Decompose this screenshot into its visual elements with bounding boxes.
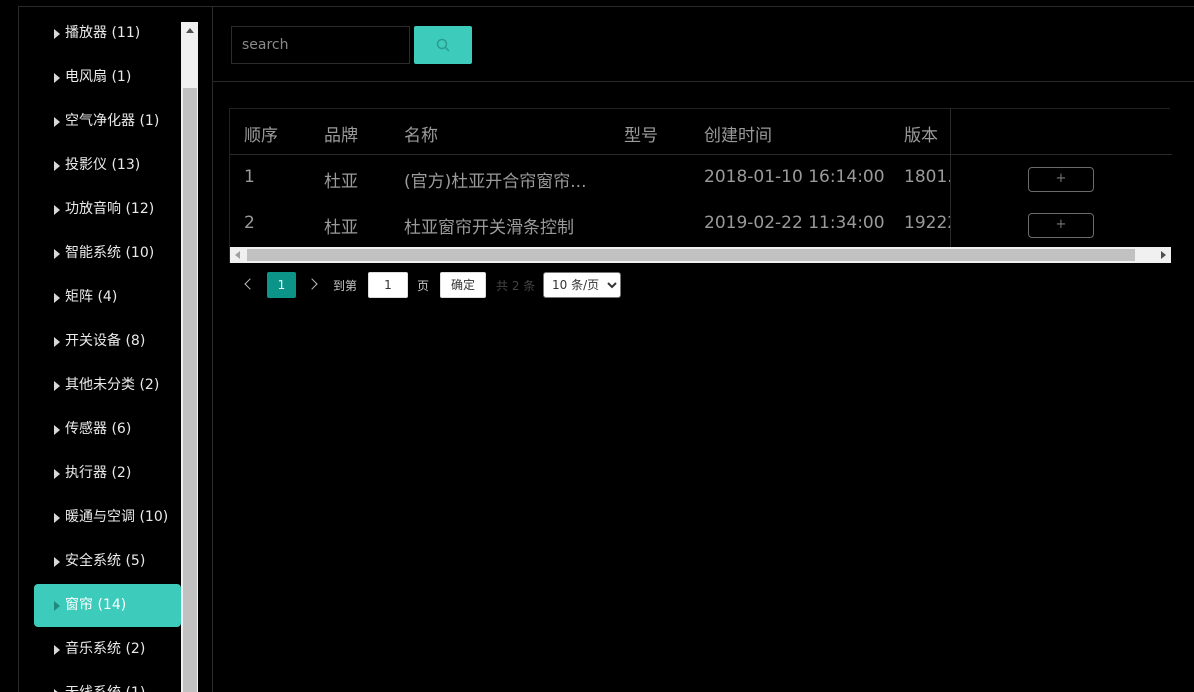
- sidebar-item[interactable]: 智能系统 (10): [34, 232, 181, 275]
- caret-right-icon: [54, 556, 60, 567]
- column-header-name: 名称: [404, 126, 438, 146]
- sidebar-item-label: 功放音响 (12): [65, 201, 155, 217]
- caret-right-icon: [54, 336, 60, 347]
- sidebar-scrollbar[interactable]: [181, 22, 198, 692]
- sidebar-item-label: 电风扇 (1): [65, 69, 132, 85]
- cell-name: (官方)杜亚开合帘窗帘...: [404, 172, 587, 192]
- column-header-model: 型号: [624, 126, 658, 146]
- sidebar-item-label: 安全系统 (5): [65, 553, 146, 569]
- sidebar-item-label: 暖通与空调 (10): [65, 509, 169, 525]
- caret-right-icon: [54, 688, 60, 692]
- page-unit-label: 页: [417, 279, 430, 293]
- sidebar-item[interactable]: 播放器 (11): [34, 12, 181, 55]
- column-header-brand: 品牌: [324, 126, 358, 146]
- sidebar-item-label: 播放器 (11): [65, 25, 141, 41]
- goto-label: 到第: [333, 279, 358, 293]
- search-icon: [436, 38, 450, 52]
- search-divider: [213, 81, 1194, 82]
- caret-right-icon: [54, 248, 60, 259]
- caret-right-icon: [54, 116, 60, 127]
- action-column: + +: [950, 109, 1172, 247]
- sidebar-item[interactable]: 投影仪 (13): [34, 144, 181, 187]
- column-header-version: 版本: [904, 126, 938, 146]
- sidebar-item[interactable]: 矩阵 (4): [34, 276, 181, 319]
- caret-right-icon: [54, 380, 60, 391]
- next-page-icon[interactable]: [306, 276, 322, 294]
- add-button[interactable]: +: [1028, 167, 1094, 192]
- search-input[interactable]: [231, 26, 410, 64]
- action-header-divider: [951, 154, 1172, 155]
- add-button[interactable]: +: [1028, 213, 1094, 238]
- caret-right-icon: [54, 204, 60, 215]
- sidebar-item[interactable]: 窗帘 (14): [34, 584, 181, 627]
- sidebar-item-label: 传感器 (6): [65, 421, 132, 437]
- caret-right-icon: [54, 72, 60, 83]
- total-count: 共 2 条: [496, 279, 536, 293]
- sidebar-item[interactable]: 电风扇 (1): [34, 56, 181, 99]
- scroll-right-icon[interactable]: [1161, 251, 1166, 259]
- sidebar-item-label: 智能系统 (10): [65, 245, 155, 261]
- sidebar-item[interactable]: 执行器 (2): [34, 452, 181, 495]
- sidebar-item-label: 无线系统 (1): [65, 672, 145, 692]
- column-header-created: 创建时间: [704, 126, 772, 146]
- sidebar-item[interactable]: 音乐系统 (2): [34, 628, 181, 671]
- category-sidebar: 播放器 (11) 电风扇 (1) 空气净化器 (1) 投影仪 (13) 功放音响 (12…: [18, 7, 198, 692]
- sidebar-item-label: 窗帘 (14): [65, 597, 127, 613]
- sidebar-item-label: 投影仪 (13): [65, 157, 141, 173]
- caret-right-icon: [54, 600, 60, 611]
- caret-right-icon: [54, 424, 60, 435]
- scroll-up-icon[interactable]: [181, 22, 198, 39]
- cell-order: 2: [244, 213, 255, 233]
- sidebar-item[interactable]: 开关设备 (8): [34, 320, 181, 363]
- caret-right-icon: [54, 292, 60, 303]
- sidebar-item[interactable]: 其他未分类 (2): [34, 364, 181, 407]
- cell-created: 2019-02-22 11:34:00: [704, 213, 885, 233]
- page-number-current[interactable]: 1: [267, 272, 296, 298]
- sidebar-item-label: 音乐系统 (2): [65, 641, 146, 657]
- scroll-left-icon[interactable]: [235, 251, 240, 259]
- goto-page-input[interactable]: [368, 272, 408, 298]
- table-scrollbar-thumb[interactable]: [247, 249, 1135, 261]
- sidebar-item[interactable]: 功放音响 (12): [34, 188, 181, 231]
- cell-created: 2018-01-10 16:14:00: [704, 167, 885, 187]
- caret-right-icon: [54, 468, 60, 479]
- sidebar-item[interactable]: 空气净化器 (1): [34, 100, 181, 143]
- sidebar-item-label: 其他未分类 (2): [65, 377, 160, 393]
- search-button[interactable]: [414, 26, 472, 64]
- sidebar-item[interactable]: 无线系统 (1): [34, 672, 181, 692]
- sidebar-item-label: 空气净化器 (1): [65, 113, 160, 129]
- cell-name: 杜亚窗帘开关滑条控制: [404, 218, 574, 238]
- sidebar-item[interactable]: 安全系统 (5): [34, 540, 181, 583]
- prev-page-icon[interactable]: [241, 276, 257, 294]
- caret-right-icon: [54, 160, 60, 171]
- sidebar-divider: [212, 7, 213, 692]
- cell-brand: 杜亚: [324, 218, 358, 238]
- cell-order: 1: [244, 167, 255, 187]
- sidebar-item-label: 执行器 (2): [65, 465, 132, 481]
- device-table: 顺序 品牌 名称 型号 创建时间 版本 1 杜亚 (官方)杜亚开合帘窗帘... …: [229, 108, 1172, 263]
- page-size-select[interactable]: 10 条/页: [543, 272, 621, 298]
- cell-brand: 杜亚: [324, 172, 358, 192]
- caret-right-icon: [54, 28, 60, 39]
- table-horizontal-scrollbar[interactable]: [230, 247, 1171, 263]
- sidebar-item[interactable]: 暖通与空调 (10): [34, 496, 181, 539]
- sidebar-scrollbar-thumb[interactable]: [183, 88, 197, 692]
- sidebar-item-label: 矩阵 (4): [65, 289, 118, 305]
- sidebar-item[interactable]: 传感器 (6): [34, 408, 181, 451]
- column-header-order: 顺序: [244, 126, 278, 146]
- caret-right-icon: [54, 512, 60, 523]
- sidebar-item-label: 开关设备 (8): [65, 333, 146, 349]
- caret-right-icon: [54, 644, 60, 655]
- confirm-button[interactable]: 确定: [440, 272, 486, 298]
